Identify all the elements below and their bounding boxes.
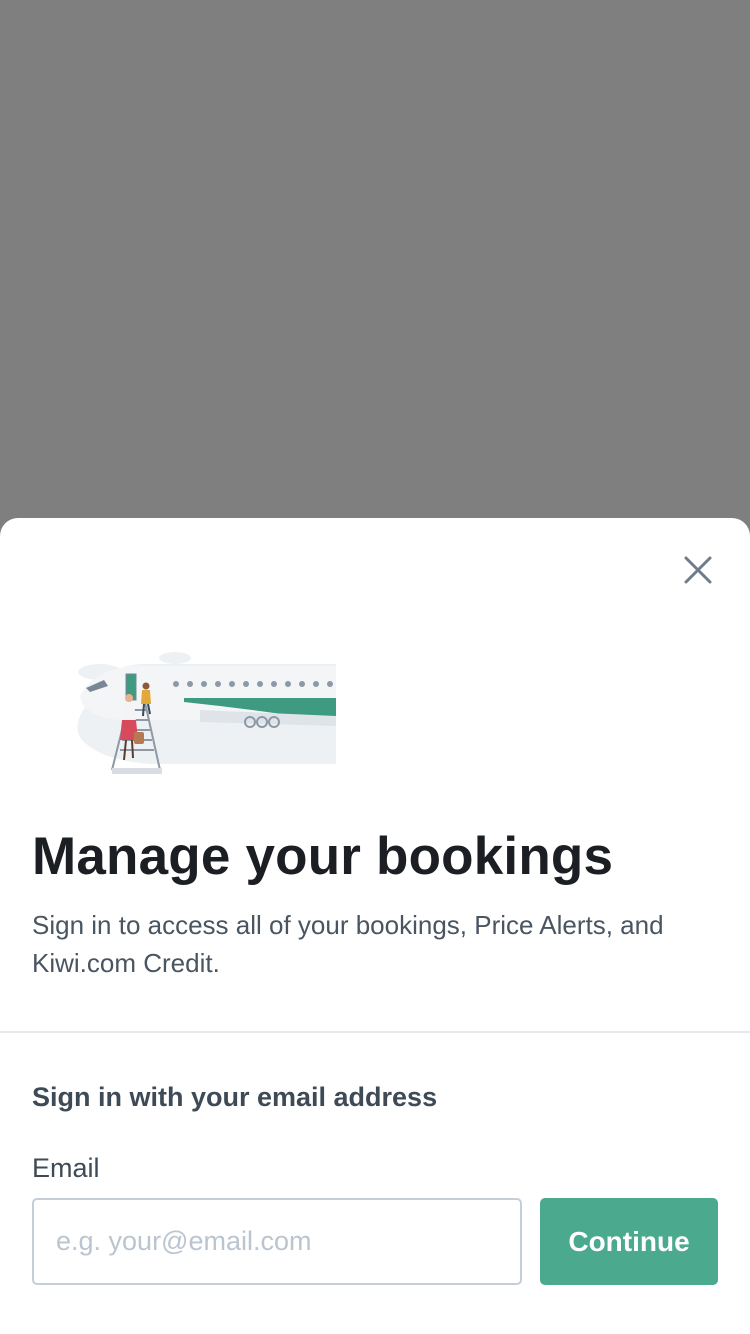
airplane-boarding-illustration [77, 652, 336, 774]
signin-section-title: Sign in with your email address [32, 1082, 438, 1112]
continue-button[interactable]: Continue [540, 1198, 718, 1285]
email-input[interactable] [32, 1198, 522, 1285]
modal-backdrop[interactable] [0, 0, 750, 520]
page-subtitle: Sign in to access all of your bookings, … [32, 910, 664, 978]
page-title: Manage your bookings [32, 827, 614, 886]
close-button[interactable] [676, 548, 720, 592]
email-label: Email [32, 1153, 100, 1183]
section-divider [0, 1031, 750, 1033]
close-icon [684, 556, 712, 584]
